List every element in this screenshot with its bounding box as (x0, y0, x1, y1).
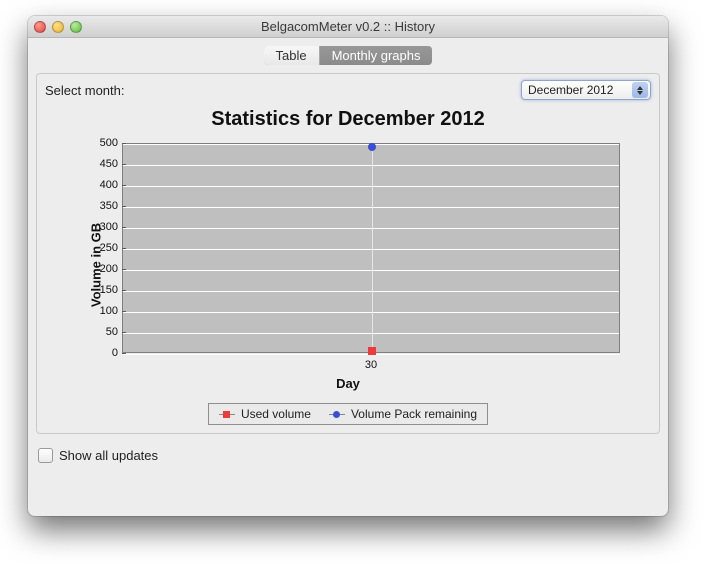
tab-table[interactable]: Table (264, 46, 320, 65)
month-select-value: December 2012 (528, 83, 613, 97)
footer: Show all updates (28, 442, 668, 471)
x-axis-label: Day (58, 376, 638, 391)
select-month-label: Select month: (45, 83, 125, 98)
gridline (123, 165, 619, 166)
chart: Volume in GB Day 05010015020025030035040… (58, 135, 638, 395)
legend-item-used: Used volume (219, 407, 311, 421)
close-button[interactable] (34, 21, 46, 33)
y-tick: 200 (92, 263, 118, 275)
legend-label: Volume Pack remaining (351, 407, 477, 421)
titlebar: BelgacomMeter v0.2 :: History (28, 16, 668, 38)
y-tick: 500 (92, 137, 118, 149)
y-tick: 400 (92, 179, 118, 191)
legend-item-remaining: Volume Pack remaining (329, 407, 477, 421)
y-tick: 100 (92, 305, 118, 317)
y-tick: 450 (92, 158, 118, 170)
zoom-button[interactable] (70, 21, 82, 33)
gridline (123, 291, 619, 292)
content-panel: Select month: December 2012 Statistics f… (36, 73, 660, 434)
gridline (123, 270, 619, 271)
gridline (123, 186, 619, 187)
legend: Used volume Volume Pack remaining (208, 403, 488, 425)
show-all-updates-checkbox[interactable] (38, 448, 53, 463)
month-select[interactable]: December 2012 (521, 80, 651, 100)
updown-icon (632, 82, 648, 98)
minimize-button[interactable] (52, 21, 64, 33)
plot-area (122, 143, 620, 353)
legend-label: Used volume (241, 407, 311, 421)
y-tick: 300 (92, 221, 118, 233)
tabbar: Table Monthly graphs (28, 38, 668, 73)
gridline (123, 312, 619, 313)
circle-icon (333, 411, 340, 418)
x-tick: 30 (365, 359, 377, 371)
segmented-control: Table Monthly graphs (264, 46, 433, 65)
x-guideline (372, 144, 373, 352)
square-icon (223, 411, 230, 418)
window: BelgacomMeter v0.2 :: History Table Mont… (28, 16, 668, 516)
y-tick: 0 (92, 347, 118, 359)
data-point (368, 347, 376, 355)
gridline (123, 228, 619, 229)
y-tick: 250 (92, 242, 118, 254)
gridline (123, 249, 619, 250)
traffic-lights (34, 21, 82, 33)
y-tick: 350 (92, 200, 118, 212)
chart-title: Statistics for December 2012 (45, 108, 651, 131)
y-tick: 50 (92, 326, 118, 338)
tab-monthly-graphs[interactable]: Monthly graphs (320, 46, 433, 65)
y-tick: 150 (92, 284, 118, 296)
month-selector-row: Select month: December 2012 (45, 80, 651, 100)
window-title: BelgacomMeter v0.2 :: History (28, 19, 668, 34)
data-point (368, 143, 376, 151)
show-all-updates-label: Show all updates (59, 448, 158, 463)
gridline (123, 207, 619, 208)
gridline (123, 333, 619, 334)
